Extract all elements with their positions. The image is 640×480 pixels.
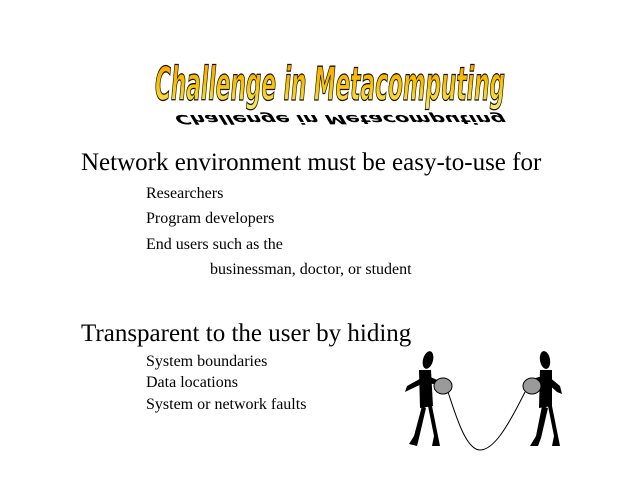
wordart-title-main: Challenge in Metacomputing	[155, 57, 505, 111]
tin-can-right-icon	[522, 377, 542, 395]
section-heading-transparency: Transparent to the user by hiding	[81, 320, 412, 347]
section-heading-usability: Network environment must be easy-to-use …	[81, 149, 542, 176]
list-item: System boundaries	[146, 353, 268, 370]
list-item: Researchers	[146, 185, 224, 202]
person-right-icon	[524, 351, 562, 446]
string-line	[447, 391, 526, 451]
person-left-icon	[405, 351, 444, 446]
tin-can-left-icon	[433, 377, 453, 395]
list-item: End users such as the	[146, 236, 283, 253]
list-item: Data locations	[146, 374, 238, 391]
wordart-title: Challenge in Metacomputing Challenge in …	[154, 56, 508, 127]
wordart-title-shadow: Challenge in Metacomputing	[174, 112, 508, 127]
list-item: Program developers	[146, 210, 275, 227]
slide: Challenge in Metacomputing Challenge in …	[0, 0, 640, 480]
list-item: System or network faults	[146, 396, 307, 413]
list-item-continuation: businessman, doctor, or student	[210, 261, 412, 278]
two-people-tin-can-telephone-icon	[405, 351, 562, 451]
